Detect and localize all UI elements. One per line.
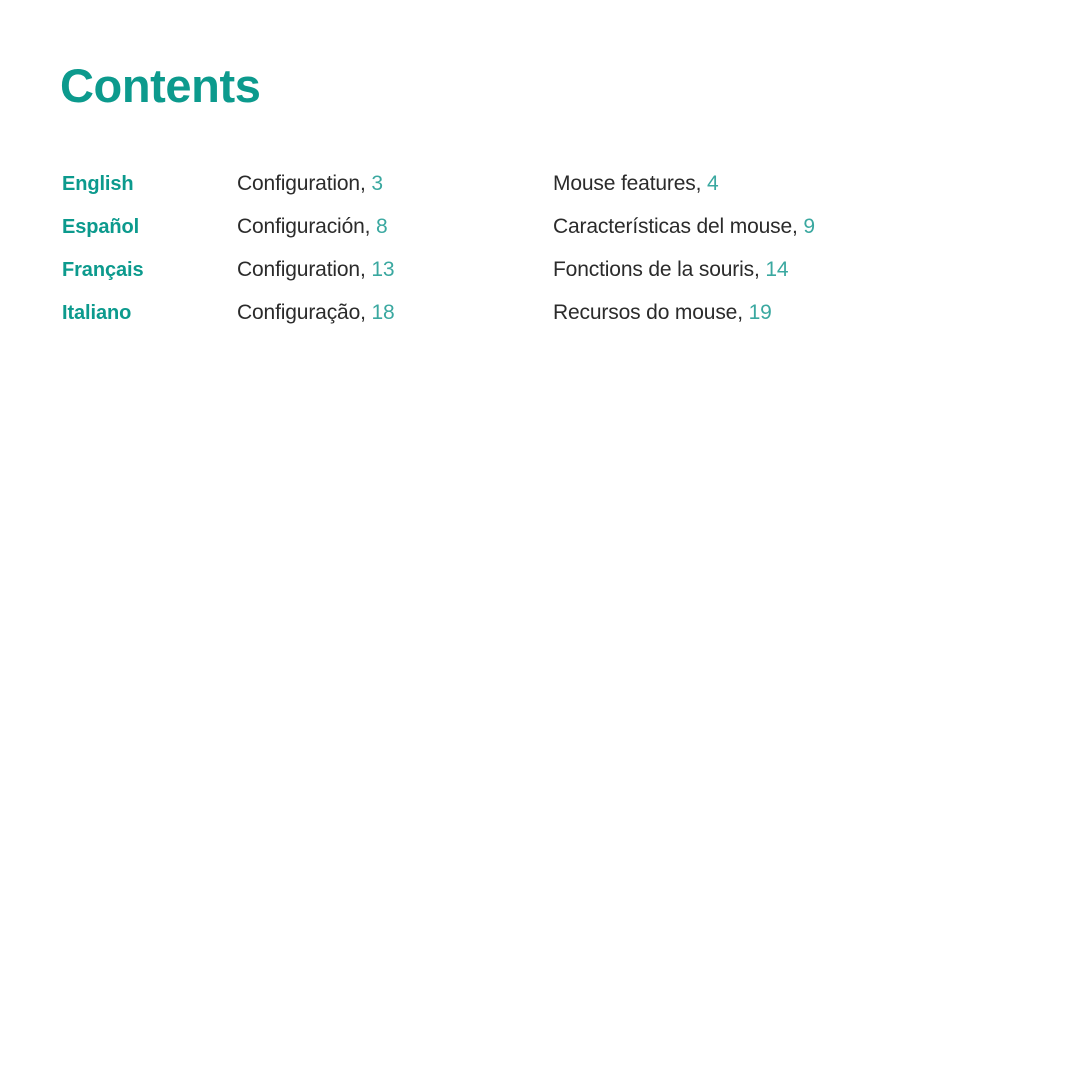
toc-entry-label: Configuration,: [237, 258, 366, 281]
table-row: Español Configuración, 8 Características…: [62, 215, 1022, 258]
toc-entry-label: Configuración,: [237, 215, 371, 238]
table-row: Français Configuration, 13 Fonctions de …: [62, 258, 1022, 301]
toc-entry-features-english[interactable]: Mouse features, 4: [553, 172, 719, 196]
toc-entry-features-francais[interactable]: Fonctions de la souris, 14: [553, 258, 789, 282]
table-row: Italiano Configuração, 18 Recursos do mo…: [62, 301, 1022, 344]
table-of-contents: English Configuration, 3 Mouse features,…: [62, 172, 1022, 344]
toc-page-number: 8: [376, 215, 388, 238]
language-label-italiano[interactable]: Italiano: [62, 302, 237, 325]
toc-entry-setup-francais[interactable]: Configuration, 13: [237, 258, 553, 282]
toc-entry-features-italiano[interactable]: Recursos do mouse, 19: [553, 301, 772, 325]
toc-entry-label: Configuração,: [237, 301, 366, 324]
toc-entry-setup-espanol[interactable]: Configuración, 8: [237, 215, 553, 239]
table-row: English Configuration, 3 Mouse features,…: [62, 172, 1022, 215]
language-label-english[interactable]: English: [62, 173, 237, 196]
toc-entry-setup-english[interactable]: Configuration, 3: [237, 172, 553, 196]
contents-page: Contents English Configuration, 3 Mouse …: [0, 0, 1080, 1080]
toc-entry-label: Características del mouse,: [553, 215, 798, 238]
toc-entry-setup-italiano[interactable]: Configuração, 18: [237, 301, 553, 325]
toc-page-number: 14: [765, 258, 789, 281]
toc-entry-label: Mouse features,: [553, 172, 702, 195]
toc-page-number: 4: [707, 172, 719, 195]
toc-page-number: 9: [803, 215, 815, 238]
language-label-espanol[interactable]: Español: [62, 216, 237, 239]
toc-entry-label: Configuration,: [237, 172, 366, 195]
toc-page-number: 19: [748, 301, 772, 324]
toc-entry-label: Fonctions de la souris,: [553, 258, 760, 281]
language-label-francais[interactable]: Français: [62, 259, 237, 282]
toc-page-number: 3: [371, 172, 383, 195]
toc-entry-label: Recursos do mouse,: [553, 301, 743, 324]
page-title: Contents: [60, 59, 261, 112]
toc-page-number: 18: [371, 301, 395, 324]
toc-page-number: 13: [371, 258, 395, 281]
toc-entry-features-espanol[interactable]: Características del mouse, 9: [553, 215, 815, 239]
